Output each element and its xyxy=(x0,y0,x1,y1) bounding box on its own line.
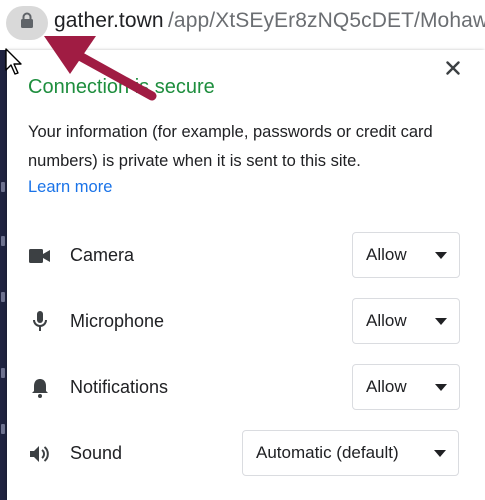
speaker-icon xyxy=(28,442,52,466)
chevron-down-icon xyxy=(435,384,447,391)
select-value: Allow xyxy=(366,245,407,264)
url-host[interactable]: gather.town xyxy=(54,9,164,33)
close-button[interactable] xyxy=(441,58,465,82)
close-icon xyxy=(446,60,460,80)
chevron-down-icon xyxy=(435,318,447,325)
notifications-permission-select[interactable]: Allow xyxy=(352,364,460,410)
permission-label: Microphone xyxy=(70,311,165,331)
permission-row-notifications: Notifications Allow xyxy=(0,364,485,412)
site-info-button[interactable] xyxy=(6,6,48,40)
chevron-down-icon xyxy=(435,252,447,259)
permission-row-camera: Camera Allow xyxy=(0,232,485,280)
select-value: Automatic (default) xyxy=(256,443,399,462)
bell-icon xyxy=(28,376,52,400)
mouse-cursor-icon xyxy=(5,48,25,81)
lock-icon xyxy=(20,12,34,34)
sound-permission-select[interactable]: Automatic (default) xyxy=(242,430,459,476)
address-bar[interactable]: gather.town /app/XtSEyEr8zNQ5cDET/Mohawk… xyxy=(0,0,485,50)
connection-status-title: Connection is secure xyxy=(28,76,215,98)
learn-more-link[interactable]: Learn more xyxy=(28,178,112,197)
permission-label: Sound xyxy=(70,443,123,463)
url-path[interactable]: /app/XtSEyEr8zNQ5cDET/Mohawk- xyxy=(168,9,485,33)
camera-permission-select[interactable]: Allow xyxy=(352,232,460,278)
microphone-icon xyxy=(28,310,52,334)
permission-label: Notifications xyxy=(70,377,169,397)
permission-label: Camera xyxy=(70,245,135,265)
camera-icon xyxy=(28,244,52,268)
permission-row-microphone: Microphone Allow xyxy=(0,298,485,346)
chevron-down-icon xyxy=(434,450,446,457)
permission-row-sound: Sound Automatic (default) xyxy=(0,430,485,478)
select-value: Allow xyxy=(366,311,407,330)
connection-description: Your information (for example, passwords… xyxy=(28,123,433,170)
select-value: Allow xyxy=(366,377,407,396)
microphone-permission-select[interactable]: Allow xyxy=(352,298,460,344)
